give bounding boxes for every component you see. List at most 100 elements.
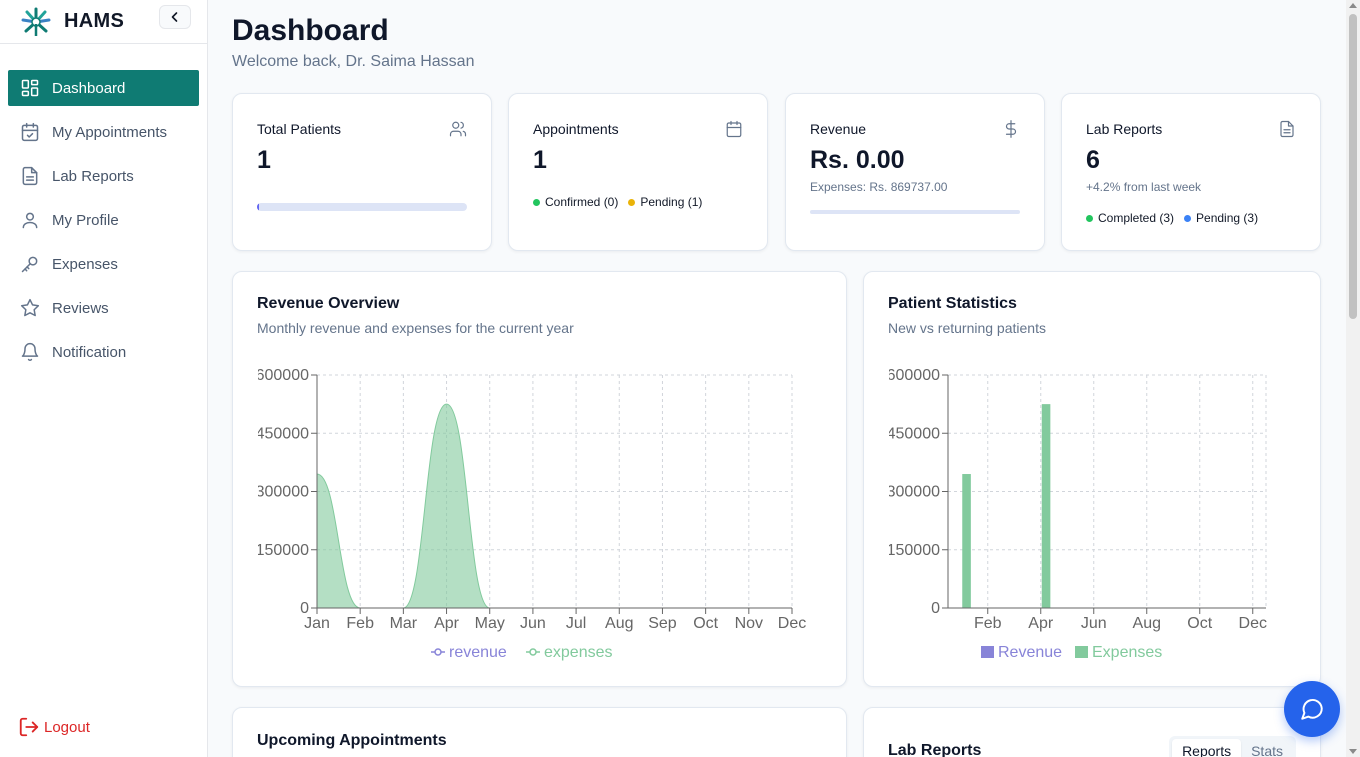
lab-status-legend: Completed (3) Pending (3) xyxy=(1086,211,1268,225)
revenue-area-chart: 0150000300000450000600000Jan Feb Mar Apr May… xyxy=(233,362,806,661)
chevron-left-icon xyxy=(171,12,178,22)
stat-value: Rs. 0.00 xyxy=(810,146,905,174)
app-name: HAMS xyxy=(64,10,125,32)
legend-swatch-icon xyxy=(1075,646,1088,658)
sidebar-item-label: My Profile xyxy=(52,211,119,229)
x-tick-label: Dec xyxy=(778,615,806,632)
sidebar-item-my-profile[interactable]: My Profile xyxy=(8,202,199,238)
total-patients-card: Total Patients 1 xyxy=(232,93,492,251)
x-tick-label: Oct xyxy=(693,615,718,632)
sidebar-item-label: My Appointments xyxy=(52,123,168,141)
hams-logo-icon xyxy=(21,7,51,36)
sidebar-item-expenses[interactable]: Expenses xyxy=(8,246,199,282)
bell-icon xyxy=(21,342,39,362)
panel-title: Upcoming Appointments xyxy=(257,732,447,749)
patients-progress-bar xyxy=(257,203,467,211)
collapse-sidebar-button[interactable] xyxy=(159,5,191,29)
series-area-expenses xyxy=(317,404,792,608)
lab-pending-status: Pending (3) xyxy=(1184,211,1258,225)
upcoming-appointments-card: Upcoming Appointments xyxy=(232,707,847,757)
change-text: +4.2% from last week xyxy=(1086,180,1202,194)
sidebar-item-label: Dashboard xyxy=(52,79,126,97)
stat-value: 1 xyxy=(257,146,271,174)
appointments-card: Appointments 1 Confirmed (0) Pending (1) xyxy=(508,93,768,251)
x-tick-label: Aug xyxy=(605,615,633,632)
users-icon xyxy=(449,121,467,137)
legend-swatch-icon xyxy=(981,646,994,658)
x-tick-label: Apr xyxy=(434,615,460,632)
lab-reports-panel: Lab Reports Reports Stats xyxy=(863,707,1321,757)
legend-label: revenue xyxy=(449,644,507,661)
label-clip xyxy=(233,362,258,622)
bar-expenses-jan xyxy=(962,474,971,608)
y-tick-label: 450000 xyxy=(256,425,309,442)
lab-reports-tabs: Reports Stats xyxy=(1169,736,1296,757)
x-tick-label: Nov xyxy=(735,615,763,632)
legend-label: Revenue xyxy=(998,644,1062,661)
y-tick-label: 300000 xyxy=(256,484,309,501)
scrollbar-thumb[interactable] xyxy=(1349,14,1357,319)
x-tick-label: Dec xyxy=(1239,615,1267,632)
sidebar-item-label: Expenses xyxy=(52,255,118,273)
chat-bubble-icon xyxy=(1301,699,1323,720)
logout-button[interactable]: Logout xyxy=(18,716,90,738)
dollar-icon xyxy=(1005,120,1017,138)
scroll-up-arrow-icon[interactable] xyxy=(1349,3,1357,8)
progress-fill xyxy=(257,203,260,211)
lab-reports-card: Lab Reports 6 +4.2% from last week Compl… xyxy=(1061,93,1321,251)
label-clip xyxy=(864,362,889,622)
calendar-check-icon xyxy=(21,122,39,142)
sidebar-item-dashboard[interactable]: Dashboard xyxy=(8,70,199,106)
revenue-progress-bar xyxy=(810,210,1020,214)
bar-expenses-apr xyxy=(1041,404,1051,608)
chat-button[interactable] xyxy=(1284,681,1340,737)
sidebar-item-lab-reports[interactable]: Lab Reports xyxy=(8,158,199,194)
star-icon xyxy=(20,298,40,317)
y-tick-label: 150000 xyxy=(256,542,309,559)
stat-title: Lab Reports xyxy=(1086,121,1163,137)
dashboard-icon xyxy=(21,79,39,97)
legend-marker-icon xyxy=(434,648,442,656)
x-tick-label: Mar xyxy=(390,615,418,632)
y-tick-label: 450000 xyxy=(887,425,940,442)
legend-label: Expenses xyxy=(1092,644,1162,661)
tab-reports[interactable]: Reports xyxy=(1172,739,1242,757)
series-line-expenses xyxy=(316,403,792,609)
legend-item: expenses xyxy=(526,644,613,661)
patient-bar-chart: 0 150000 300000 450000 600000 Feb Apr Jun Aug Oct… xyxy=(864,362,1267,661)
y-tick-label: 150000 xyxy=(887,542,940,559)
x-tick-label: Feb xyxy=(974,615,1002,632)
expenses-text: Expenses: Rs. 869737.00 xyxy=(810,180,948,194)
stat-title: Total Patients xyxy=(257,121,342,137)
file-text-icon xyxy=(22,166,38,186)
sidebar-item-reviews[interactable]: Reviews xyxy=(8,290,199,326)
x-tick-label: Jan xyxy=(304,615,330,632)
completed-status: Completed (3) xyxy=(1086,211,1174,225)
x-tick-label: May xyxy=(475,615,505,632)
pending-status: Pending (1) xyxy=(628,195,702,209)
x-tick-label: Jul xyxy=(566,615,586,632)
legend-item: Revenue xyxy=(981,644,1062,661)
confirmed-status: Confirmed (0) xyxy=(533,195,618,209)
sidebar-item-label: Notification xyxy=(52,343,127,361)
scroll-down-arrow-icon[interactable] xyxy=(1349,749,1357,754)
x-tick-label: Oct xyxy=(1187,615,1212,632)
sidebar-item-notification[interactable]: Notification xyxy=(8,334,199,370)
logout-label: Logout xyxy=(44,718,90,736)
patient-statistics-card: Patient Statistics New vs returning pati… xyxy=(863,271,1321,687)
confirmed-dot-icon xyxy=(533,198,540,206)
y-tick-label: 600000 xyxy=(887,367,940,384)
completed-label: Completed (3) xyxy=(1098,211,1175,225)
y-tick-label: 600000 xyxy=(256,367,309,384)
sidebar-item-my-appointments[interactable]: My Appointments xyxy=(8,114,199,150)
x-tick-label: Sep xyxy=(648,615,677,632)
logout-icon xyxy=(19,717,39,737)
revenue-overview-card: Revenue Overview Monthly revenue and exp… xyxy=(232,271,847,687)
page-scrollbar[interactable] xyxy=(1346,0,1360,757)
y-tick-label: 0 xyxy=(931,600,940,617)
pending-dot-icon xyxy=(1184,214,1192,222)
stat-title: Appointments xyxy=(533,121,619,137)
legend-item: revenue xyxy=(431,644,507,661)
legend-item: Expenses xyxy=(1075,644,1162,661)
tab-stats[interactable]: Stats xyxy=(1241,739,1293,757)
